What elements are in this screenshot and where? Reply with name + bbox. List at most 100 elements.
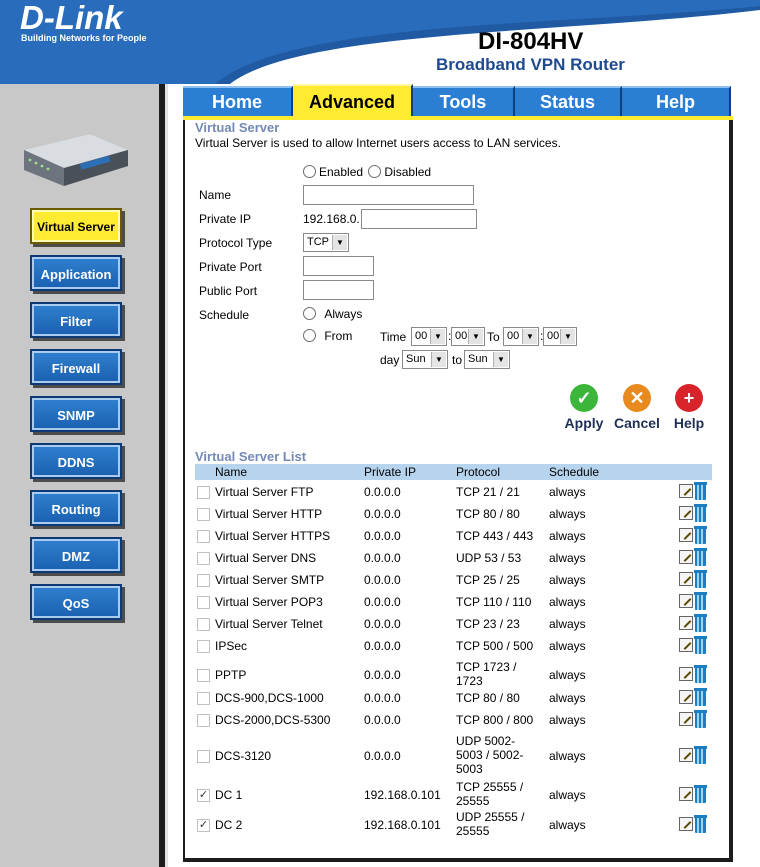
- sidebar-item-dmz[interactable]: DMZ: [30, 537, 122, 573]
- sidebar-item-filter[interactable]: Filter: [30, 302, 122, 338]
- content-panel: Virtual Server Virtual Server is used to…: [183, 120, 733, 862]
- trash-icon[interactable]: [694, 482, 707, 500]
- name-label: Name: [199, 188, 232, 202]
- day-to-label: to: [452, 353, 463, 367]
- row-checkbox[interactable]: [197, 530, 210, 543]
- tab-tools[interactable]: Tools: [413, 86, 515, 116]
- row-checkbox[interactable]: [197, 508, 210, 521]
- row-protocol: TCP 443 / 443: [456, 529, 534, 543]
- table-row: Virtual Server HTTP 0.0.0.0 TCP 80 / 80 alw…: [195, 504, 712, 522]
- time-from-hour-select[interactable]: 00 ▼: [411, 327, 447, 346]
- row-checkbox[interactable]: [197, 750, 210, 763]
- time-to-minute-value: 00: [547, 330, 560, 342]
- schedule-always-option: Always: [303, 307, 362, 321]
- trash-icon[interactable]: [694, 815, 707, 833]
- edit-icon[interactable]: [679, 528, 693, 542]
- edit-icon[interactable]: [679, 506, 693, 520]
- tab-home[interactable]: Home: [183, 86, 293, 116]
- from-radio[interactable]: [303, 329, 316, 342]
- sidebar-item-application[interactable]: Application: [30, 255, 122, 291]
- protocol-select[interactable]: TCP ▼: [303, 233, 349, 252]
- table-row: Virtual Server SMTP 0.0.0.0 TCP 25 / 25 alw…: [195, 570, 712, 588]
- model-name: DI-804HV: [478, 28, 584, 55]
- always-radio[interactable]: [303, 307, 316, 320]
- column-header-name: Name: [215, 465, 248, 479]
- row-protocol: TCP 23 / 23: [456, 617, 520, 631]
- row-checkbox[interactable]: [197, 669, 210, 682]
- enabled-radio[interactable]: [303, 165, 316, 178]
- row-checkbox[interactable]: [197, 596, 210, 609]
- tab-advanced[interactable]: Advanced: [293, 84, 413, 118]
- row-checkbox[interactable]: [197, 640, 210, 653]
- edit-icon[interactable]: [679, 616, 693, 630]
- edit-icon[interactable]: [679, 550, 693, 564]
- sidebar-item-routing[interactable]: Routing: [30, 490, 122, 526]
- row-checkbox[interactable]: [197, 714, 210, 727]
- disabled-radio[interactable]: [368, 165, 382, 178]
- tab-help[interactable]: Help: [622, 86, 731, 116]
- day-to-select[interactable]: Sun ▼: [464, 350, 510, 369]
- trash-icon[interactable]: [694, 710, 707, 728]
- trash-icon[interactable]: [694, 688, 707, 706]
- trash-icon[interactable]: [694, 746, 707, 764]
- help-button[interactable]: + Help: [669, 384, 709, 431]
- row-checkbox[interactable]: ✓: [197, 819, 210, 832]
- row-checkbox[interactable]: [197, 552, 210, 565]
- row-name: PPTP: [215, 668, 247, 682]
- edit-icon[interactable]: [679, 787, 693, 801]
- router-device-image: [24, 134, 128, 186]
- sidebar-item-qos[interactable]: QoS: [30, 584, 122, 620]
- sidebar-item-ddns[interactable]: DDNS: [30, 443, 122, 479]
- time-to-minute-select[interactable]: 00 ▼: [543, 327, 577, 346]
- private-ip-prefix: 192.168.0.: [303, 212, 360, 226]
- row-schedule: always: [549, 507, 586, 521]
- section-title-virtual-server: Virtual Server: [195, 120, 280, 135]
- tab-status[interactable]: Status: [515, 86, 622, 116]
- row-name: DCS-900,DCS-1000: [215, 691, 324, 705]
- trash-icon[interactable]: [694, 614, 707, 632]
- sidebar-item-virtual-server[interactable]: Virtual Server: [30, 208, 122, 244]
- edit-icon[interactable]: [679, 690, 693, 704]
- trash-icon[interactable]: [694, 570, 707, 588]
- sidebar-item-snmp[interactable]: SNMP: [30, 396, 122, 432]
- edit-icon[interactable]: [679, 572, 693, 586]
- edit-icon[interactable]: [679, 748, 693, 762]
- trash-icon[interactable]: [694, 665, 707, 683]
- trash-icon[interactable]: [694, 526, 707, 544]
- edit-icon[interactable]: [679, 817, 693, 831]
- sidebar-item-firewall[interactable]: Firewall: [30, 349, 122, 385]
- private-ip-input[interactable]: [361, 209, 477, 229]
- edit-icon[interactable]: [679, 712, 693, 726]
- time-from-minute-select[interactable]: 00 ▼: [451, 327, 485, 346]
- public-port-input[interactable]: [303, 280, 374, 300]
- edit-icon[interactable]: [679, 638, 693, 652]
- x-circle-icon: ✕: [623, 384, 651, 412]
- trash-icon[interactable]: [694, 592, 707, 610]
- row-name: DCS-3120: [215, 749, 272, 763]
- trash-icon[interactable]: [694, 548, 707, 566]
- day-from-select[interactable]: Sun ▼: [402, 350, 448, 369]
- cancel-button[interactable]: ✕ Cancel: [611, 384, 663, 431]
- edit-icon[interactable]: [679, 484, 693, 498]
- row-checkbox[interactable]: [197, 618, 210, 631]
- name-input[interactable]: [303, 185, 474, 205]
- chevron-down-icon: ▼: [468, 329, 483, 344]
- schedule-from-option: From: [303, 329, 352, 343]
- row-checkbox[interactable]: [197, 692, 210, 705]
- row-actions: [679, 504, 709, 522]
- row-checkbox[interactable]: [197, 486, 210, 499]
- apply-label: Apply: [564, 415, 604, 431]
- apply-button[interactable]: ✓ Apply: [561, 384, 607, 431]
- chevron-down-icon: ▼: [493, 352, 508, 367]
- cancel-label: Cancel: [614, 415, 660, 431]
- trash-icon[interactable]: [694, 636, 707, 654]
- row-schedule: always: [549, 595, 586, 609]
- private-port-input[interactable]: [303, 256, 374, 276]
- row-checkbox[interactable]: ✓: [197, 789, 210, 802]
- trash-icon[interactable]: [694, 504, 707, 522]
- time-to-hour-select[interactable]: 00 ▼: [503, 327, 539, 346]
- edit-icon[interactable]: [679, 594, 693, 608]
- trash-icon[interactable]: [694, 785, 707, 803]
- row-checkbox[interactable]: [197, 574, 210, 587]
- edit-icon[interactable]: [679, 667, 693, 681]
